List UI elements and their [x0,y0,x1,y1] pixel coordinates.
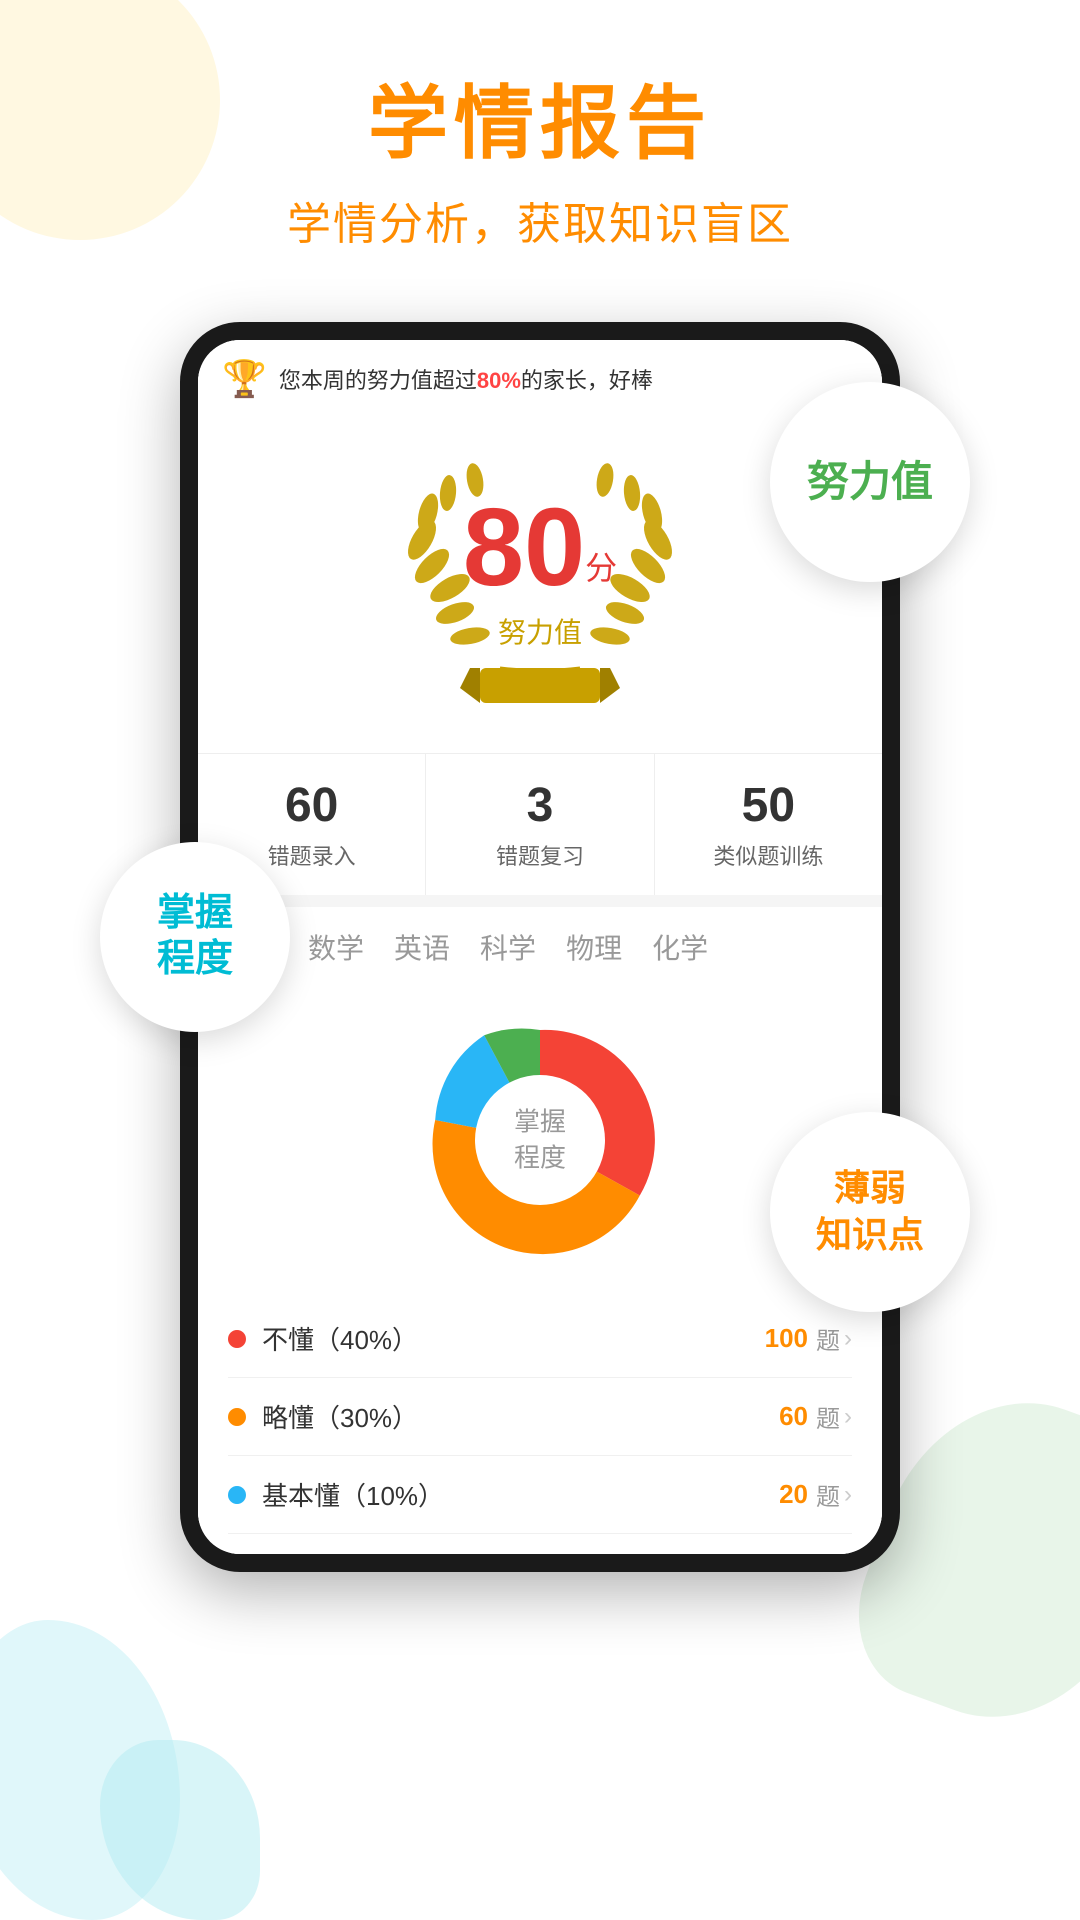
legend-unit-basic-know: 题 [816,1477,840,1512]
legend-count-dont-know: 100 [765,1323,808,1354]
mastery-bubble-text: 掌握 程度 [157,891,233,982]
stats-row: 60 错题录入 3 错题复习 50 类似题训练 [198,753,882,895]
legend-text-dont-know: 不懂（40%） [262,1320,765,1357]
legend-text-slightly-know: 略懂（30%） [262,1398,779,1435]
legend-item-slightly-know[interactable]: 略懂（30%） 60 题 › [228,1378,852,1456]
effort-bubble-text: 努力值 [807,457,933,507]
stat-label-review: 错题复习 [436,839,643,871]
banner-text: 您本周的努力值超过80%的家长，好棒 [279,363,653,395]
sub-title: 学情分析，获取知识盲区 [0,188,1080,252]
stat-item-similar: 50 类似题训练 [655,754,882,895]
legend-dot-basic-know [228,1486,246,1504]
legend-section: 不懂（40%） 100 题 › 略懂（30%） 60 题 › 基本懂 [198,1290,882,1554]
subject-tabs[interactable]: 语文 数学 英语 科学 物理 化学 [198,907,882,990]
stat-number-wrong-entry: 60 [208,778,415,833]
score-number: 80 [463,486,585,609]
tab-math[interactable]: 数学 [308,927,364,980]
legend-item-basic-know[interactable]: 基本懂（10%） 20 题 › [228,1456,852,1534]
tab-english[interactable]: 英语 [394,927,450,980]
trophy-icon: 🏆 [222,358,267,400]
phone-wrapper: 努力值 掌握 程度 薄弱 知识点 🏆 您本周的努力值超过80%的 [130,322,950,1572]
stat-item-review: 3 错题复习 [426,754,654,895]
mastery-bubble: 掌握 程度 [100,842,290,1032]
legend-item-dont-know[interactable]: 不懂（40%） 100 题 › [228,1300,852,1378]
weak-bubble: 薄弱 知识点 [770,1112,970,1312]
header: 学情报告 学情分析，获取知识盲区 [0,0,1080,282]
tab-science[interactable]: 科学 [480,927,536,980]
score-overlay: 80分 努力值 [463,493,617,651]
legend-unit-slightly-know: 题 [816,1399,840,1434]
tab-chemistry[interactable]: 化学 [652,927,708,980]
laurel-container: 80分 努力值 [380,458,700,718]
weak-bubble-text: 薄弱 知识点 [816,1165,924,1259]
legend-dot-slightly-know [228,1408,246,1426]
tab-physics[interactable]: 物理 [566,927,622,980]
legend-arrow-basic-know: › [844,1481,852,1509]
effort-bubble: 努力值 [770,382,970,582]
score-unit: 分 [585,550,617,586]
legend-count-basic-know: 20 [779,1479,808,1510]
legend-unit-dont-know: 题 [816,1321,840,1356]
stat-number-similar: 50 [665,778,872,833]
score-display: 80分 [463,493,617,603]
legend-dot-dont-know [228,1330,246,1348]
donut-container: 掌握 程度 [410,1010,670,1270]
score-label: 努力值 [463,611,617,651]
legend-text-basic-know: 基本懂（10%） [262,1476,779,1513]
legend-arrow-dont-know: › [844,1325,852,1353]
stat-number-review: 3 [436,778,643,833]
legend-count-slightly-know: 60 [779,1401,808,1432]
legend-arrow-slightly-know: › [844,1403,852,1431]
main-title: 学情报告 [0,80,1080,168]
donut-center-label: 掌握 程度 [514,1104,566,1177]
stat-label-similar: 类似题训练 [665,839,872,871]
top-banner: 🏆 您本周的努力值超过80%的家长，好棒 [198,340,882,418]
page-container: 学情报告 学情分析，获取知识盲区 努力值 掌握 程度 薄弱 知识点 [0,0,1080,1920]
